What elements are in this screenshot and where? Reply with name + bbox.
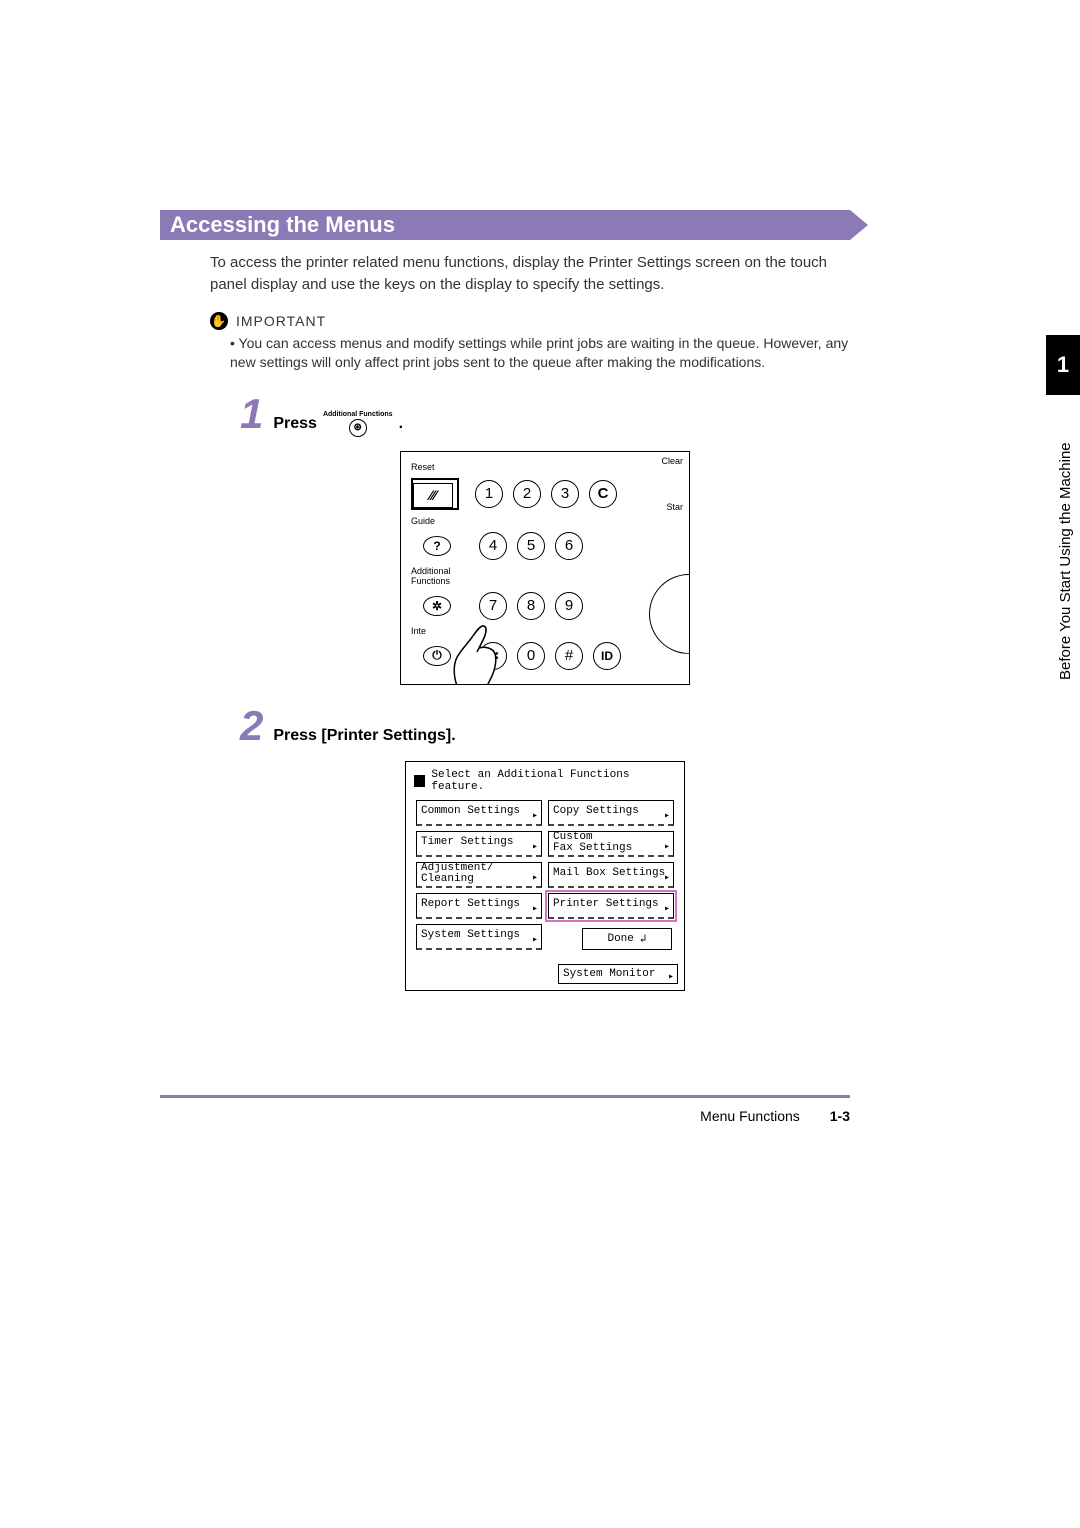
screen-header: Select an Additional Functions feature.	[431, 769, 676, 793]
btn-done[interactable]: Done ↲	[582, 928, 672, 950]
btn-custom-fax-settings[interactable]: Custom Fax Settings▸	[548, 831, 674, 857]
key-8: 8	[517, 592, 545, 620]
key-0: 0	[517, 642, 545, 670]
step-2-text: Press [Printer Settings].	[273, 727, 455, 745]
step-1: 1 Press Additional Functions ⊛ . Clear S…	[240, 393, 850, 685]
key-5: 5	[517, 532, 545, 560]
step-number: 1	[240, 393, 263, 435]
chapter-tab: 1	[1046, 335, 1080, 395]
label-start: Star	[666, 502, 683, 512]
step-1-prefix: Press	[273, 415, 317, 433]
section-title: Accessing the Menus	[160, 210, 850, 240]
screen-gear-icon	[414, 775, 425, 787]
footer-page-number: 1-3	[830, 1108, 850, 1124]
reset-key: ⁄⁄⁄	[413, 483, 453, 508]
step-number: 2	[240, 705, 263, 747]
touchscreen-illustration: Select an Additional Functions feature. …	[405, 761, 685, 991]
chevron-right-icon: ▸	[664, 874, 670, 885]
btn-common-settings[interactable]: Common Settings▸	[416, 800, 542, 826]
chevron-right-icon: ▸	[668, 971, 674, 983]
key-1: 1	[475, 480, 503, 508]
btn-timer-settings[interactable]: Timer Settings▸	[416, 831, 542, 857]
important-label: IMPORTANT	[236, 313, 326, 329]
key-3: 3	[551, 480, 579, 508]
label-guide: Guide	[411, 516, 471, 526]
section-banner: Accessing the Menus	[160, 210, 850, 240]
key-2: 2	[513, 480, 541, 508]
btn-report-settings[interactable]: Report Settings▸	[416, 893, 542, 919]
step-1-suffix: .	[399, 415, 403, 433]
banner-arrow	[850, 210, 868, 240]
footer-section: Menu Functions	[700, 1108, 800, 1124]
label-reset: Reset	[411, 462, 471, 472]
important-icon: ✋	[210, 312, 228, 330]
chevron-right-icon: ▸	[532, 905, 538, 916]
additional-functions-key-icon: ⊛	[349, 419, 367, 437]
btn-system-settings[interactable]: System Settings▸	[416, 924, 542, 950]
key-hash: #	[555, 642, 583, 670]
btn-system-monitor[interactable]: System Monitor ▸	[558, 964, 678, 984]
btn-mailbox-settings[interactable]: Mail Box Settings▸	[548, 862, 674, 888]
key-7: 7	[479, 592, 507, 620]
reset-highlight: ⁄⁄⁄	[411, 478, 459, 510]
intro-paragraph: To access the printer related menu funct…	[210, 252, 850, 296]
key-9: 9	[555, 592, 583, 620]
chevron-right-icon: ▸	[664, 812, 670, 823]
chevron-right-icon: ▸	[532, 874, 538, 885]
keypad-illustration: Clear Star Reset ⁄⁄⁄ 1 2 3 C Guide	[400, 451, 690, 685]
chapter-side-text: Before You Start Using the Machine	[1057, 420, 1074, 680]
chevron-right-icon: ▸	[664, 843, 670, 854]
pointing-finger-icon	[447, 622, 499, 685]
btn-adjustment-cleaning[interactable]: Adjustment/ Cleaning▸	[416, 862, 542, 888]
key-6: 6	[555, 532, 583, 560]
chevron-right-icon: ▸	[532, 843, 538, 854]
key-id: ID	[593, 642, 621, 670]
step-2: 2 Press [Printer Settings]. Select an Ad…	[240, 705, 850, 991]
label-addfn: Additional Functions	[411, 566, 471, 586]
btn-copy-settings[interactable]: Copy Settings▸	[548, 800, 674, 826]
addfn-key: ✲	[423, 596, 451, 616]
return-icon: ↲	[640, 932, 647, 946]
guide-key: ?	[423, 536, 451, 556]
key-tiny-label: Additional Functions	[323, 411, 393, 418]
chevron-right-icon: ▸	[532, 936, 538, 947]
important-item: You can access menus and modify settings…	[230, 334, 850, 373]
important-note: ✋ IMPORTANT You can access menus and mod…	[210, 312, 850, 373]
chevron-right-icon: ▸	[664, 905, 670, 916]
page-footer: Menu Functions 1-3	[160, 1095, 850, 1124]
btn-printer-settings[interactable]: Printer Settings▸	[548, 893, 674, 919]
label-clear: Clear	[661, 456, 683, 466]
chevron-right-icon: ▸	[532, 812, 538, 823]
key-4: 4	[479, 532, 507, 560]
key-c: C	[589, 480, 617, 508]
